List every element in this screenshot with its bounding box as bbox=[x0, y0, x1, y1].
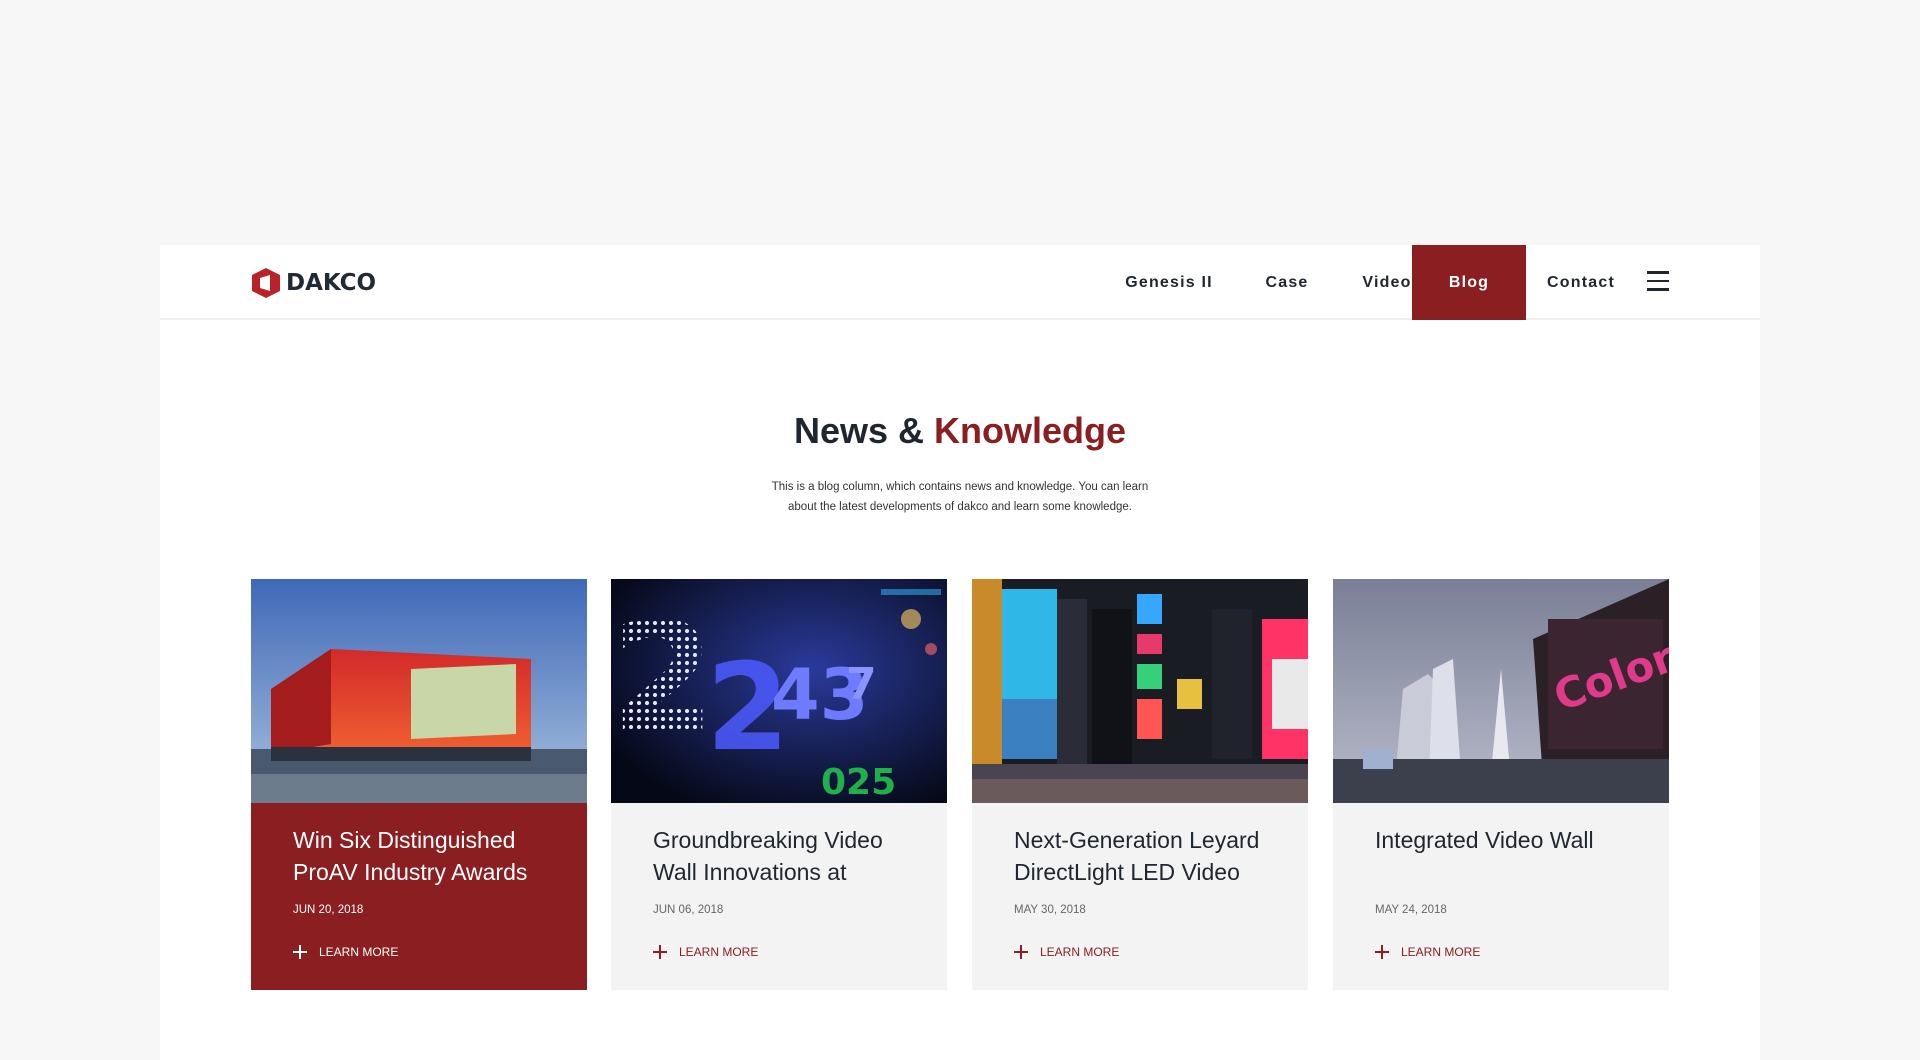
plus-icon bbox=[653, 945, 667, 959]
intro-text: This is a blog column, which contains ne… bbox=[760, 477, 1160, 517]
card-title[interactable]: Groundbreaking Video Wall Innovations at bbox=[653, 824, 923, 888]
learn-more-label: LEARN MORE bbox=[1040, 945, 1120, 959]
logo-text: DAKCO bbox=[286, 270, 377, 296]
logo[interactable]: DAKCO bbox=[250, 267, 376, 299]
card-date: JUN 20, 2018 bbox=[293, 904, 364, 916]
card-title[interactable]: Next-Generation Leyard DirectLight LED V… bbox=[1014, 824, 1284, 888]
learn-more-link[interactable]: LEARN MORE bbox=[653, 945, 758, 959]
plus-icon bbox=[1375, 945, 1389, 959]
nav-item-genesis-ii[interactable]: Genesis II bbox=[1100, 245, 1238, 320]
svg-text:025: 025 bbox=[821, 762, 896, 803]
blog-card[interactable]: Next-Generation Leyard DirectLight LED V… bbox=[972, 579, 1308, 990]
hamburger-menu-icon[interactable] bbox=[1647, 271, 1671, 293]
learn-more-link[interactable]: LEARN MORE bbox=[1014, 945, 1119, 959]
nav-item-contact[interactable]: Contact bbox=[1530, 245, 1632, 320]
svg-text:7: 7 bbox=[846, 659, 877, 710]
learn-more-label: LEARN MORE bbox=[1401, 945, 1481, 959]
learn-more-link[interactable]: LEARN MORE bbox=[293, 945, 398, 959]
title-part-1: News & bbox=[793, 410, 924, 451]
blog-card[interactable]: Win Six Distinguished ProAV Industry Awa… bbox=[251, 579, 587, 990]
nav-item-case[interactable]: Case bbox=[1246, 245, 1328, 320]
plus-icon bbox=[1014, 945, 1028, 959]
card-date: JUN 06, 2018 bbox=[653, 904, 724, 916]
title-part-2: Knowledge bbox=[934, 410, 1127, 451]
plus-icon bbox=[293, 945, 307, 959]
card-image-city-skyline[interactable]: Color bbox=[1333, 579, 1669, 803]
intro-line-2: about the latest developments of dakco a… bbox=[788, 501, 1132, 513]
card-title[interactable]: Win Six Distinguished ProAV Industry Awa… bbox=[293, 824, 563, 888]
learn-more-link[interactable]: LEARN MORE bbox=[1375, 945, 1480, 959]
card-image-building[interactable] bbox=[251, 579, 587, 803]
svg-text:2: 2 bbox=[611, 591, 715, 765]
card-image-led-display[interactable]: 2 2 43 7 025 bbox=[611, 579, 947, 803]
card-title[interactable]: Integrated Video Wall bbox=[1375, 824, 1645, 888]
card-image-times-square[interactable] bbox=[972, 579, 1308, 803]
nav-item-blog[interactable]: Blog bbox=[1412, 245, 1526, 320]
site-header: DAKCO Genesis II Case Video Blog Contact bbox=[160, 245, 1760, 320]
card-date: MAY 30, 2018 bbox=[1014, 904, 1086, 916]
card-date: MAY 24, 2018 bbox=[1375, 904, 1447, 916]
learn-more-label: LEARN MORE bbox=[319, 945, 399, 959]
dakco-logo-icon bbox=[252, 268, 280, 298]
page-frame: DAKCO Genesis II Case Video Blog Contact… bbox=[160, 245, 1760, 1060]
learn-more-label: LEARN MORE bbox=[679, 945, 759, 959]
blog-card[interactable]: Color Integrated Video Wall MAY 24, 2018… bbox=[1333, 579, 1669, 990]
page-title: News & Knowledge bbox=[160, 410, 1760, 452]
intro-line-1: This is a blog column, which contains ne… bbox=[771, 481, 1149, 493]
blog-card[interactable]: 2 2 43 7 025 Groundbreaking Video Wall I… bbox=[611, 579, 947, 990]
